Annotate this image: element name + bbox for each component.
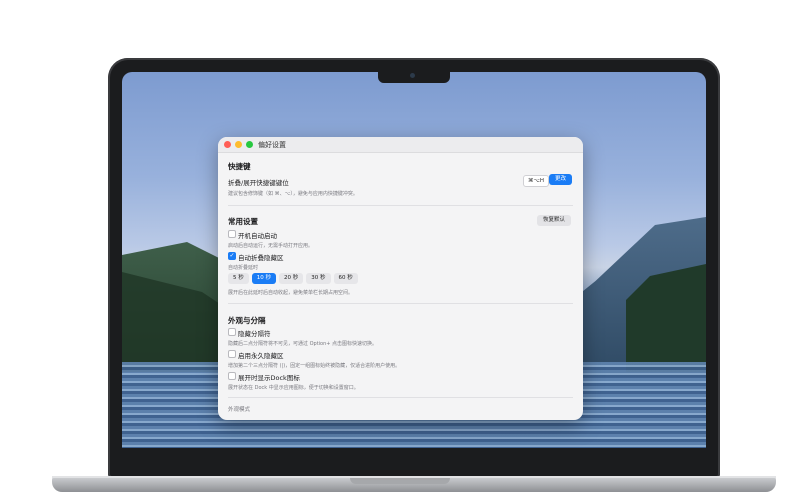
appearance-section-title: 外观与分隔: [228, 316, 266, 325]
window-titlebar[interactable]: 偏好设置: [218, 137, 583, 153]
delay-option-5[interactable]: 5 秒: [228, 273, 249, 284]
minimize-button[interactable]: [235, 141, 242, 148]
reset-defaults-button[interactable]: 恢复默认: [537, 215, 572, 226]
delay-option-60[interactable]: 60 秒: [333, 273, 358, 284]
show-dock-icon-checkbox[interactable]: [228, 372, 236, 380]
launch-at-login-label: 开机自动启动: [238, 232, 277, 240]
delay-option-30[interactable]: 30 秒: [306, 273, 331, 284]
hide-separator-label: 隐藏分隔符: [238, 330, 271, 338]
camera-icon: [410, 73, 415, 78]
appearance-mode-label: 外观模式: [228, 407, 251, 413]
show-dock-icon-hint: 展开状态在 Dock 中显示应用图标，便于切换和设置窗口。: [228, 385, 359, 391]
divider: [228, 397, 573, 398]
zoom-button[interactable]: [246, 141, 253, 148]
general-section-title: 常用设置: [228, 217, 258, 226]
permanent-hide-label: 启用永久隐藏区: [238, 352, 284, 360]
window-title: 偏好设置: [258, 141, 286, 149]
shortcut-hint: 建议包含修饰键（如 ⌘、⌥），避免与应用内快捷键冲突。: [228, 191, 358, 197]
preferences-content: 快捷键 折叠/展开快捷键键位 ⌘⌥H 更改 建议包含修饰键（如 ⌘、⌥），避免与…: [218, 153, 583, 420]
delay-option-20[interactable]: 20 秒: [279, 273, 304, 284]
auto-collapse-checkbox[interactable]: ✓: [228, 252, 236, 260]
permanent-hide-checkbox[interactable]: [228, 350, 236, 358]
launch-at-login-hint: 启动后自动运行，无需手动打开应用。: [228, 243, 314, 249]
change-shortcut-button[interactable]: 更改: [549, 174, 573, 185]
preferences-window: 偏好设置 快捷键 折叠/展开快捷键键位 ⌘⌥H 更改 建议包含修饰键（如 ⌘、⌥…: [218, 137, 583, 420]
delay-segmented-control: 5 秒 10 秒 20 秒 30 秒 60 秒: [228, 273, 358, 284]
show-dock-icon-label: 展开时显示Dock图标: [238, 374, 300, 382]
shortcut-section-title: 快捷键: [228, 162, 251, 171]
shortcut-label: 折叠/展开快捷键键位: [228, 179, 289, 187]
laptop-opening-notch: [350, 478, 450, 484]
delay-option-10[interactable]: 10 秒: [251, 273, 276, 284]
launch-at-login-checkbox[interactable]: [228, 230, 236, 238]
hide-separator-hint: 隐藏后二点分隔符将不可见，可通过 Option+ 点击图标快速切换。: [228, 341, 378, 347]
hide-separator-checkbox[interactable]: [228, 328, 236, 336]
divider: [228, 205, 573, 206]
delay-label: 自动折叠延时: [228, 265, 259, 271]
delay-hint: 展开后在此延时后自动收起，避免菜单栏长期占用空间。: [228, 290, 354, 296]
permanent-hide-hint: 增加第二个三点分隔符 (|)，固定一组图标始终被隐藏，仅适合进阶用户使用。: [228, 363, 401, 369]
shortcut-key-display[interactable]: ⌘⌥H: [523, 175, 549, 187]
close-button[interactable]: [224, 141, 231, 148]
auto-collapse-label: 自动折叠隐藏区: [238, 254, 284, 262]
divider: [228, 303, 573, 304]
